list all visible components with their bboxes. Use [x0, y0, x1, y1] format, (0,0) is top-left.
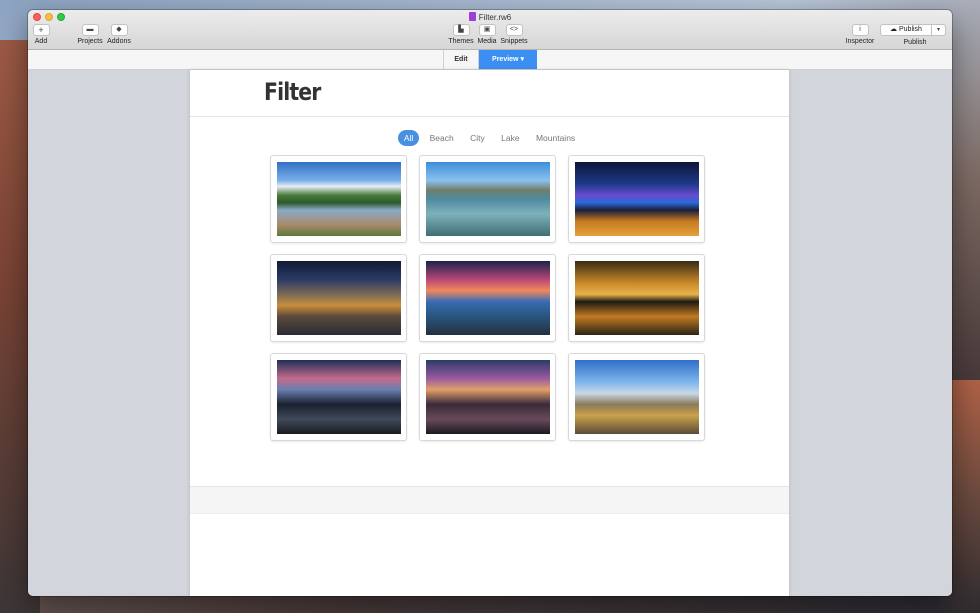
clear-lake-photo [426, 162, 550, 236]
gallery-item[interactable] [568, 155, 705, 243]
preview-mode-tab[interactable]: Preview ▾ [479, 50, 537, 69]
app-window: Filter.rw6 + Add ▬ Projects ◆ Addons ▙ T… [28, 10, 952, 596]
mode-bar: Edit Preview ▾ [28, 50, 952, 70]
projects-icon: ▬ [81, 24, 99, 36]
media-button[interactable]: ▣ Media [477, 24, 497, 45]
publish-button[interactable]: ☁ Publish [880, 24, 932, 36]
addons-button[interactable]: ◆ Addons [106, 24, 132, 45]
mountain-lake-photo [277, 162, 401, 236]
addons-label: Addons [107, 38, 131, 45]
window-title: Filter.rw6 [28, 12, 952, 22]
add-button[interactable]: + Add [32, 24, 50, 45]
preview-page: Filter All Beach City Lake Mountains [190, 70, 789, 596]
page-footer [190, 486, 789, 514]
coast-sunset-photo [426, 261, 550, 335]
inspector-label: Inspector [845, 38, 875, 45]
window-title-text: Filter.rw6 [478, 13, 512, 22]
projects-button[interactable]: ▬ Projects [76, 24, 104, 45]
snippets-label: Snippets [500, 38, 528, 45]
edit-mode-tab[interactable]: Edit [443, 50, 479, 69]
gallery-item[interactable] [419, 254, 556, 342]
filter-lake[interactable]: Lake [495, 130, 525, 146]
themes-icon: ▙ [452, 24, 470, 36]
cloud-icon: ☁ [890, 26, 899, 33]
gallery-item[interactable] [270, 254, 407, 342]
filter-mountains[interactable]: Mountains [530, 130, 581, 146]
publish-button-label: Publish [898, 26, 922, 33]
snippets-button[interactable]: <> Snippets [500, 24, 528, 45]
city-beach-night-photo [575, 162, 699, 236]
themes-label: Themes [448, 38, 474, 45]
gallery-item[interactable] [419, 353, 556, 441]
media-icon: ▣ [478, 24, 496, 36]
page-title: Filter [264, 78, 321, 106]
window-toolbar: Filter.rw6 + Add ▬ Projects ◆ Addons ▙ T… [28, 10, 952, 50]
filter-bar: All Beach City Lake Mountains [190, 130, 789, 146]
golden-lake-photo [575, 261, 699, 335]
publish-label: Publish [903, 39, 927, 46]
plus-icon: + [32, 24, 50, 36]
city-skyline-day-photo [575, 360, 699, 434]
filter-city[interactable]: City [464, 130, 491, 146]
add-label: Add [34, 38, 48, 45]
gallery-item[interactable] [568, 353, 705, 441]
filter-all[interactable]: All [397, 130, 420, 146]
gallery-item[interactable] [419, 155, 556, 243]
city-aerial-night-photo [277, 261, 401, 335]
filter-beach[interactable]: Beach [424, 130, 460, 146]
info-icon: i [851, 24, 869, 36]
media-label: Media [477, 38, 497, 45]
gallery-item[interactable] [270, 353, 407, 441]
page-header: Filter [190, 70, 789, 117]
gallery-item[interactable] [270, 155, 407, 243]
themes-button[interactable]: ▙ Themes [448, 24, 474, 45]
preview-canvas[interactable]: Filter All Beach City Lake Mountains [28, 70, 952, 596]
code-icon: <> [505, 24, 523, 36]
rocky-beach-dusk-photo [277, 360, 401, 434]
gallery-item[interactable] [568, 254, 705, 342]
publish-dropdown-button[interactable]: ▾ [932, 24, 946, 36]
bay-sunset-photo [426, 360, 550, 434]
inspector-button[interactable]: i Inspector [845, 24, 875, 45]
document-icon [468, 12, 476, 21]
addons-icon: ◆ [110, 24, 128, 36]
projects-label: Projects [77, 38, 103, 45]
